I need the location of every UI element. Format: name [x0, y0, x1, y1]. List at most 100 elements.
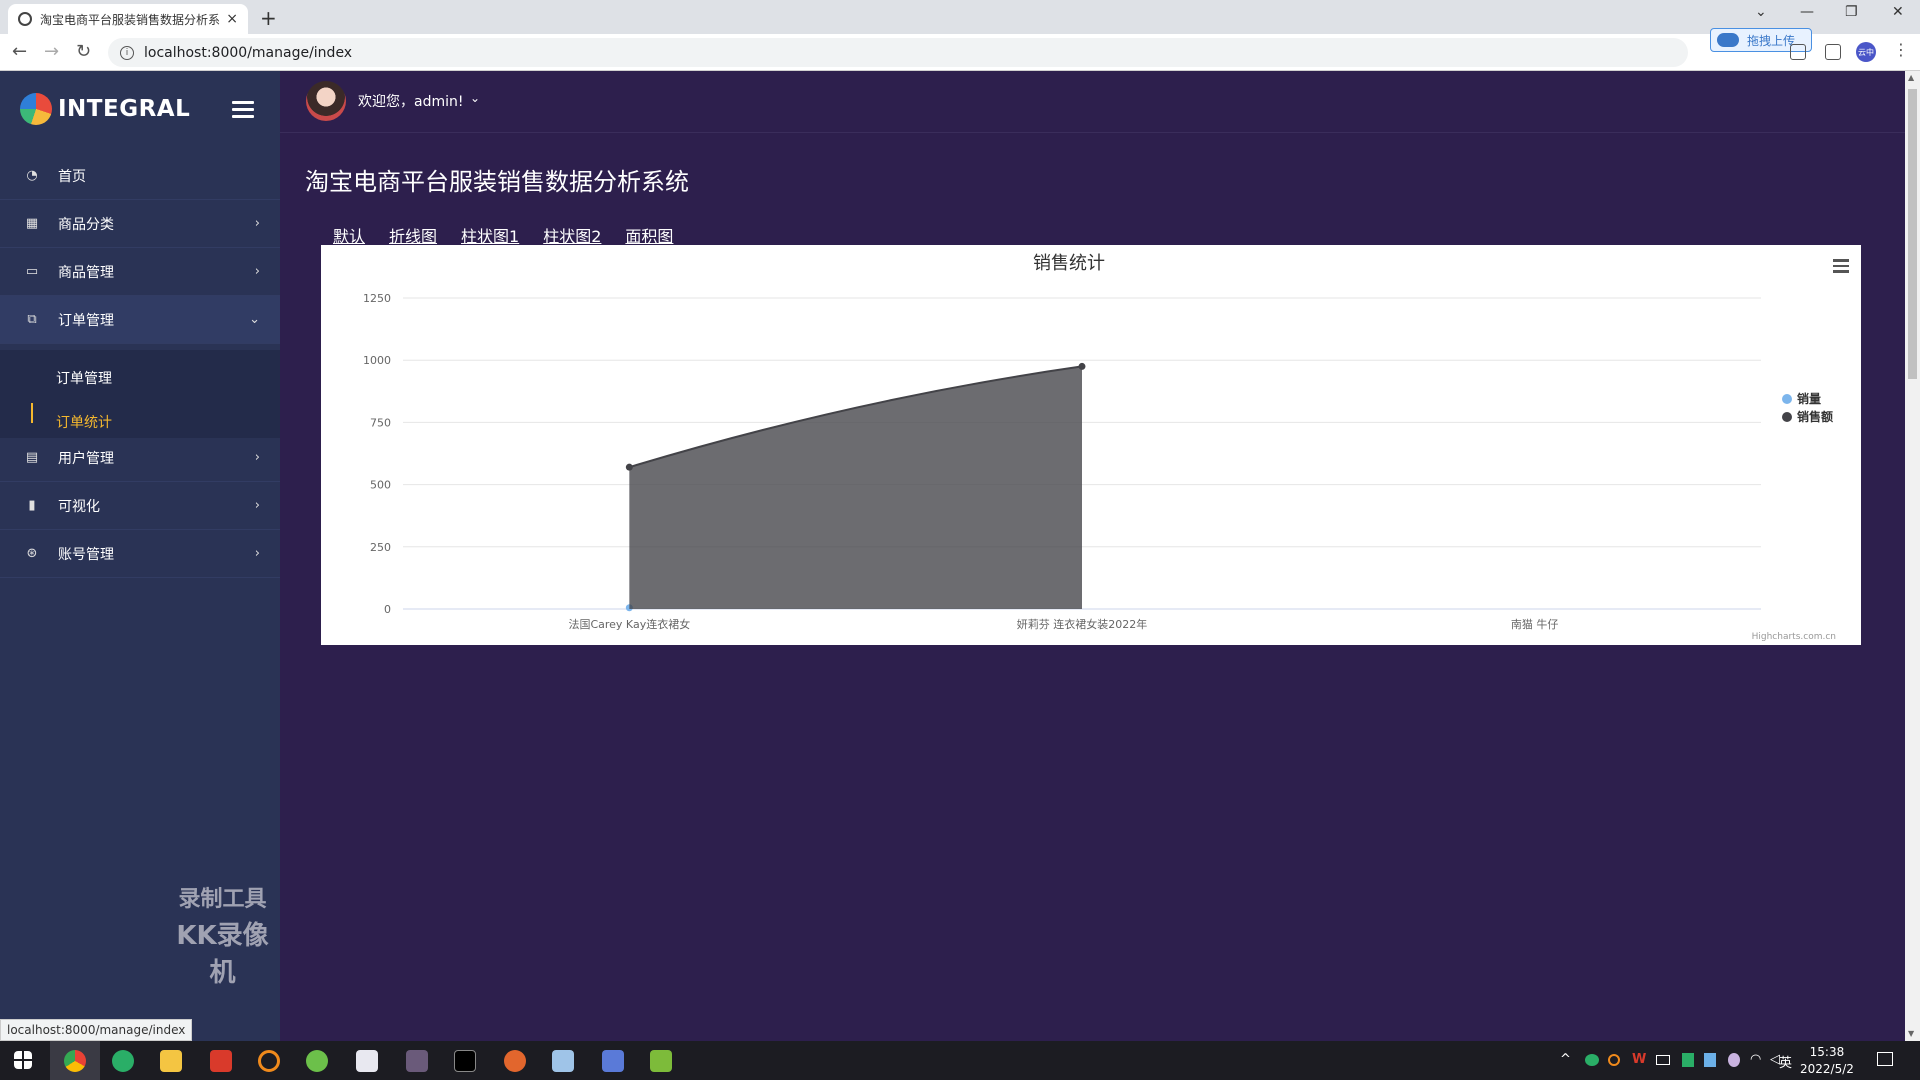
game-app-icon[interactable] [406, 1050, 428, 1072]
tray-search-icon[interactable] [1608, 1054, 1620, 1066]
chevron-right-icon: › [254, 450, 260, 465]
data-point [1078, 362, 1086, 370]
sidebar-item-account[interactable]: ⊛ 账号管理 › [0, 530, 280, 578]
chevron-right-icon: › [254, 546, 260, 561]
tray-green-icon[interactable] [1682, 1053, 1694, 1067]
wifi-icon[interactable]: ◠ [1750, 1052, 1761, 1067]
tray-wps-icon[interactable]: W [1632, 1052, 1646, 1067]
area-chart: 销售统计 0 250 500 750 1000 1250 法国Carey Kay连衣裙女 妍莉芬… [363, 253, 1836, 642]
wps-icon[interactable] [210, 1050, 232, 1072]
photo-app-icon[interactable] [602, 1050, 624, 1072]
spreadsheet-icon[interactable] [650, 1050, 672, 1072]
y-tick-label: 500 [370, 479, 391, 492]
chevron-down-icon[interactable]: ⌄ [470, 91, 480, 105]
wechat-icon[interactable] [112, 1050, 134, 1072]
windows-start-icon[interactable] [14, 1051, 32, 1069]
upload-label: 拖拽上传 [1747, 33, 1796, 48]
profile-avatar[interactable]: 云中 [1856, 42, 1876, 62]
sidebar-item-category[interactable]: ▦ 商品分类 › [0, 200, 280, 248]
tray-wechat-icon[interactable] [1585, 1054, 1599, 1066]
tray-qq-icon[interactable] [1728, 1053, 1740, 1067]
cloud-icon [1717, 33, 1739, 47]
brand-name: INTEGRAL [58, 96, 191, 122]
legend-label: 销售额 [1797, 409, 1833, 424]
submenu-item-order-manage[interactable]: 订单管理 [56, 368, 112, 388]
watermark-line1: 录制工具 [178, 887, 267, 912]
forward-arrow-icon[interactable]: → [44, 41, 59, 62]
bookmark-icon[interactable] [1790, 44, 1806, 60]
account-icon: ⊛ [26, 546, 38, 561]
sidebar-item-users[interactable]: ▤ 用户管理 › [0, 434, 280, 482]
recorder-watermark: 录制工具 KK录像机 [165, 881, 280, 989]
tray-expand-icon[interactable]: ^ [1560, 1052, 1571, 1067]
status-bar: localhost:8000/manage/index [0, 1019, 193, 1041]
ime-indicator[interactable]: 英 [1779, 1052, 1792, 1071]
back-arrow-icon[interactable]: ← [12, 41, 27, 62]
recorder-icon[interactable] [504, 1050, 526, 1072]
info-icon[interactable]: i [120, 45, 134, 60]
sidebar-item-home[interactable]: ◔ 首页 [0, 152, 280, 200]
tab-default[interactable]: 默认 [333, 223, 365, 247]
tab-close-icon[interactable]: × [226, 11, 238, 27]
chart-credit: Highcharts.com.cn [1752, 632, 1836, 642]
x-tick-label: 法国Carey Kay连衣裙女 [568, 617, 690, 631]
windows-taskbar: ^ W ◠ ◁ 英 15:38 2022/5/2 [0, 1041, 1920, 1080]
y-tick-label: 750 [370, 416, 391, 429]
avatar[interactable] [306, 81, 346, 121]
sidebar-item-products[interactable]: ▭ 商品管理 › [0, 248, 280, 296]
y-tick-label: 1250 [363, 292, 391, 305]
chevron-right-icon: › [254, 264, 260, 279]
tray-battery-icon[interactable] [1656, 1055, 1670, 1065]
chrome-icon[interactable] [64, 1050, 86, 1072]
legend-marker [1782, 412, 1792, 422]
tab-area-chart[interactable]: 面积图 [625, 223, 673, 247]
page-scrollbar[interactable]: ▲ ▼ [1905, 71, 1920, 1041]
minimize-button[interactable]: — [1800, 4, 1814, 20]
scrollbar-thumb[interactable] [1908, 89, 1917, 379]
tray-blue-icon[interactable] [1704, 1053, 1716, 1067]
file-explorer-icon[interactable] [160, 1050, 182, 1072]
browser-chrome: 淘宝电商平台服装销售数据分析系 × + ⌄ — ❐ ✕ ← → ↻ i loca… [0, 0, 1920, 71]
sidebar-item-label: 订单管理 [58, 312, 114, 329]
window-icon: ▭ [25, 264, 39, 279]
new-tab-button[interactable]: + [260, 6, 277, 30]
green-app-icon[interactable] [306, 1050, 328, 1072]
submenu-item-order-stats[interactable]: 订单统计 [56, 412, 112, 432]
browser-tab[interactable]: 淘宝电商平台服装销售数据分析系 × [8, 4, 248, 34]
browser-menu-icon[interactable]: ⋮ [1893, 40, 1909, 59]
chart-export-menu-icon[interactable] [1833, 259, 1849, 273]
close-window-button[interactable]: ✕ [1892, 4, 1904, 20]
chart-container: 销售统计 0 250 500 750 1000 1250 法国Carey Kay连衣裙女 妍莉芬… [321, 245, 1861, 645]
order-icon: ⧉ [27, 312, 37, 327]
scroll-up-icon[interactable]: ▲ [1908, 73, 1914, 82]
sidebar-item-label: 商品分类 [58, 216, 114, 233]
chevron-right-icon: › [254, 216, 260, 231]
sidebar-item-orders[interactable]: ⧉ 订单管理 ⌄ [0, 296, 280, 344]
brand-logo[interactable]: INTEGRAL [20, 93, 190, 125]
search-app-icon[interactable] [258, 1050, 280, 1072]
active-indicator [31, 403, 33, 423]
reload-icon[interactable]: ↻ [76, 41, 91, 62]
tab-bar-chart-2[interactable]: 柱状图2 [543, 223, 601, 247]
welcome-text[interactable]: 欢迎您，admin! [358, 91, 463, 111]
scroll-down-icon[interactable]: ▼ [1908, 1029, 1914, 1038]
tab-search-icon[interactable]: ⌄ [1755, 4, 1767, 20]
restore-button[interactable]: ❐ [1845, 4, 1858, 20]
notification-icon[interactable] [1877, 1052, 1893, 1066]
terminal-icon[interactable] [454, 1050, 476, 1072]
chart-tabs: 默认 折线图 柱状图1 柱状图2 面积图 [333, 223, 673, 247]
baidu-netdisk-icon[interactable] [356, 1050, 378, 1072]
tab-line-chart[interactable]: 折线图 [389, 223, 437, 247]
clock-time: 15:38 [1809, 1045, 1845, 1059]
notepad-icon[interactable] [552, 1050, 574, 1072]
document-icon: ▤ [25, 450, 39, 465]
tab-bar-chart-1[interactable]: 柱状图1 [461, 223, 519, 247]
address-bar[interactable]: i localhost:8000/manage/index [108, 38, 1688, 67]
system-clock[interactable]: 15:38 2022/5/2 [1800, 1044, 1854, 1078]
orders-submenu: 订单管理 订单统计 [0, 350, 280, 438]
sidepanel-icon[interactable] [1825, 44, 1841, 60]
legend-label: 销量 [1797, 391, 1821, 406]
bar-chart-icon: ▮ [28, 498, 36, 513]
hamburger-menu-icon[interactable] [232, 101, 254, 118]
sidebar-item-visualization[interactable]: ▮ 可视化 › [0, 482, 280, 530]
